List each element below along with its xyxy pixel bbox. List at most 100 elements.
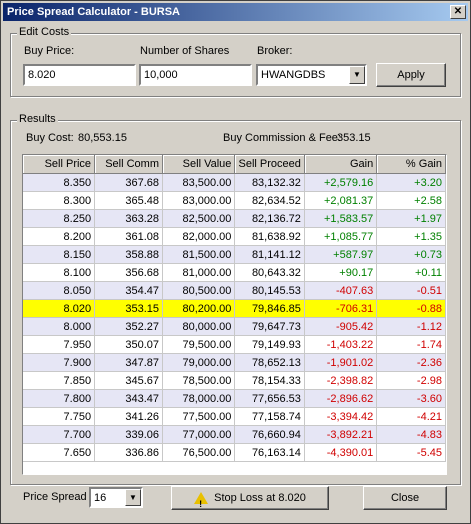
col-header-pct-gain[interactable]: % Gain	[376, 155, 446, 174]
chevron-down-icon[interactable]: ▼	[125, 489, 141, 506]
cell-sell-value: 80,500.00	[162, 281, 236, 300]
table-row[interactable]: 7.650 336.86 76,500.00 76,163.14 -4,390.01 -5…	[23, 443, 446, 462]
cell-sell-comm: 358.88	[94, 245, 164, 264]
cell-gain: -4,390.01	[304, 443, 378, 462]
cell-sell-price: 8.020	[23, 299, 96, 318]
stop-loss-button[interactable]: Stop Loss at 8.020	[171, 486, 329, 515]
buy-cost-value: 80,553.15	[78, 132, 127, 144]
cell-gain: -3,892.21	[304, 425, 378, 444]
cell-sell-price: 7.750	[23, 407, 96, 426]
cell-sell-price: 7.650	[23, 443, 96, 462]
cell-sell-comm: 350.07	[94, 335, 164, 354]
cell-sell-value: 78,500.00	[162, 371, 236, 390]
cell-sell-value: 80,200.00	[162, 299, 236, 318]
cell-sell-proceed: 81,141.12	[234, 245, 305, 264]
cell-sell-comm: 356.68	[94, 263, 164, 282]
cell-gain: +2,081.37	[304, 191, 378, 210]
cell-sell-price: 7.900	[23, 353, 96, 372]
cell-sell-proceed: 79,149.93	[234, 335, 305, 354]
table-row[interactable]: 7.850 345.67 78,500.00 78,154.33 -2,398.82 -2…	[23, 371, 446, 390]
cell-sell-price: 7.800	[23, 389, 96, 408]
cell-sell-comm: 365.48	[94, 191, 164, 210]
cell-pct-gain: +1.35	[376, 227, 446, 246]
shares-input[interactable]: 10,000	[139, 64, 252, 86]
cell-gain: -2,896.62	[304, 389, 378, 408]
table-row[interactable]: 8.250 363.28 82,500.00 82,136.72 +1,583.57 +1…	[23, 209, 446, 228]
table-row[interactable]: 8.350 367.68 83,500.00 83,132.32 +2,579.16 +3…	[23, 173, 446, 192]
cell-gain: +90.17	[304, 263, 378, 282]
cell-sell-value: 82,500.00	[162, 209, 236, 228]
table-row[interactable]: 8.050 354.47 80,500.00 80,145.53 -407.63 -0.5…	[23, 281, 446, 300]
table-row[interactable]: 8.020 353.15 80,200.00 79,846.85 -706.31 -0.8…	[23, 299, 446, 318]
cell-sell-price: 8.100	[23, 263, 96, 282]
cell-sell-price: 8.300	[23, 191, 96, 210]
cell-sell-value: 81,500.00	[162, 245, 236, 264]
cell-sell-price: 7.850	[23, 371, 96, 390]
table-row[interactable]: 8.100 356.68 81,000.00 80,643.32 +90.17 +0.11	[23, 263, 446, 282]
edit-costs-legend: Edit Costs	[17, 26, 72, 38]
table-row[interactable]: 7.900 347.87 79,000.00 78,652.13 -1,901.02 -2…	[23, 353, 446, 372]
title-bar: Price Spread Calculator - BURSA ✕	[3, 3, 468, 21]
cell-sell-value: 81,000.00	[162, 263, 236, 282]
chevron-down-icon[interactable]: ▼	[349, 66, 365, 84]
cell-pct-gain: -1.74	[376, 335, 446, 354]
close-button[interactable]: Close	[363, 486, 447, 510]
cell-gain: -407.63	[304, 281, 378, 300]
table-header-row: Sell Price Sell Comm Sell Value Sell Pro…	[23, 155, 446, 174]
cell-pct-gain: +1.97	[376, 209, 446, 228]
table-row[interactable]: 8.300 365.48 83,000.00 82,634.52 +2,081.37 +2…	[23, 191, 446, 210]
cell-pct-gain: -3.60	[376, 389, 446, 408]
cell-sell-proceed: 77,158.74	[234, 407, 305, 426]
cell-sell-comm: 352.27	[94, 317, 164, 336]
shares-label: Number of Shares	[140, 45, 230, 57]
window-close-button[interactable]: ✕	[450, 5, 466, 19]
cell-sell-value: 80,000.00	[162, 317, 236, 336]
cell-sell-value: 83,500.00	[162, 173, 236, 192]
cell-gain: -1,403.22	[304, 335, 378, 354]
table-row[interactable]: 7.800 343.47 78,000.00 77,656.53 -2,896.62 -3…	[23, 389, 446, 408]
cell-sell-proceed: 82,634.52	[234, 191, 305, 210]
col-header-sell-comm[interactable]: Sell Comm	[94, 155, 164, 174]
cell-pct-gain: +2.58	[376, 191, 446, 210]
cell-gain: +1,583.57	[304, 209, 378, 228]
cell-sell-comm: 341.26	[94, 407, 164, 426]
cell-pct-gain: +0.11	[376, 263, 446, 282]
table-row[interactable]: 8.200 361.08 82,000.00 81,638.92 +1,085.77 +1…	[23, 227, 446, 246]
table-row[interactable]: 8.150 358.88 81,500.00 81,141.12 +587.97 +0.7…	[23, 245, 446, 264]
cell-sell-comm: 336.86	[94, 443, 164, 462]
table-row[interactable]: 7.750 341.26 77,500.00 77,158.74 -3,394.42 -4…	[23, 407, 446, 426]
cell-pct-gain: -4.83	[376, 425, 446, 444]
results-table-container[interactable]: Sell Price Sell Comm Sell Value Sell Pro…	[22, 154, 447, 475]
cell-sell-value: 77,500.00	[162, 407, 236, 426]
cell-sell-price: 7.700	[23, 425, 96, 444]
cell-sell-price: 8.000	[23, 317, 96, 336]
table-body: 8.350 367.68 83,500.00 83,132.32 +2,579.16 +3…	[23, 173, 446, 462]
cell-pct-gain: -0.88	[376, 299, 446, 318]
table-row[interactable]: 8.000 352.27 80,000.00 79,647.73 -905.42 -1.1…	[23, 317, 446, 336]
col-header-sell-price[interactable]: Sell Price	[23, 155, 96, 174]
cell-sell-proceed: 80,145.53	[234, 281, 305, 300]
cell-sell-comm: 345.67	[94, 371, 164, 390]
table-row[interactable]: 7.700 339.06 77,000.00 76,660.94 -3,892.21 -4…	[23, 425, 446, 444]
buy-cost-label: Buy Cost:	[26, 132, 74, 144]
col-header-sell-value[interactable]: Sell Value	[162, 155, 236, 174]
broker-select[interactable]: HWANGDBS ▼	[256, 64, 367, 86]
cell-sell-proceed: 80,643.32	[234, 263, 305, 282]
cell-sell-comm: 363.28	[94, 209, 164, 228]
table-row[interactable]: 7.950 350.07 79,500.00 79,149.93 -1,403.22 -1…	[23, 335, 446, 354]
cell-gain: +1,085.77	[304, 227, 378, 246]
results-legend: Results	[17, 113, 58, 125]
cell-pct-gain: -2.98	[376, 371, 446, 390]
col-header-gain[interactable]: Gain	[304, 155, 378, 174]
col-header-sell-proceed[interactable]: Sell Proceed	[234, 155, 305, 174]
apply-button[interactable]: Apply	[376, 63, 446, 87]
price-spread-value: 16	[94, 492, 107, 504]
cell-sell-proceed: 76,163.14	[234, 443, 305, 462]
price-spread-window: Price Spread Calculator - BURSA ✕ Edit C…	[0, 0, 471, 524]
buy-price-input[interactable]: 8.020	[23, 64, 136, 86]
cell-sell-comm: 354.47	[94, 281, 164, 300]
cell-sell-price: 8.250	[23, 209, 96, 228]
price-spread-select[interactable]: 16 ▼	[89, 487, 143, 508]
cell-sell-comm: 361.08	[94, 227, 164, 246]
cell-gain: +2,579.16	[304, 173, 378, 192]
